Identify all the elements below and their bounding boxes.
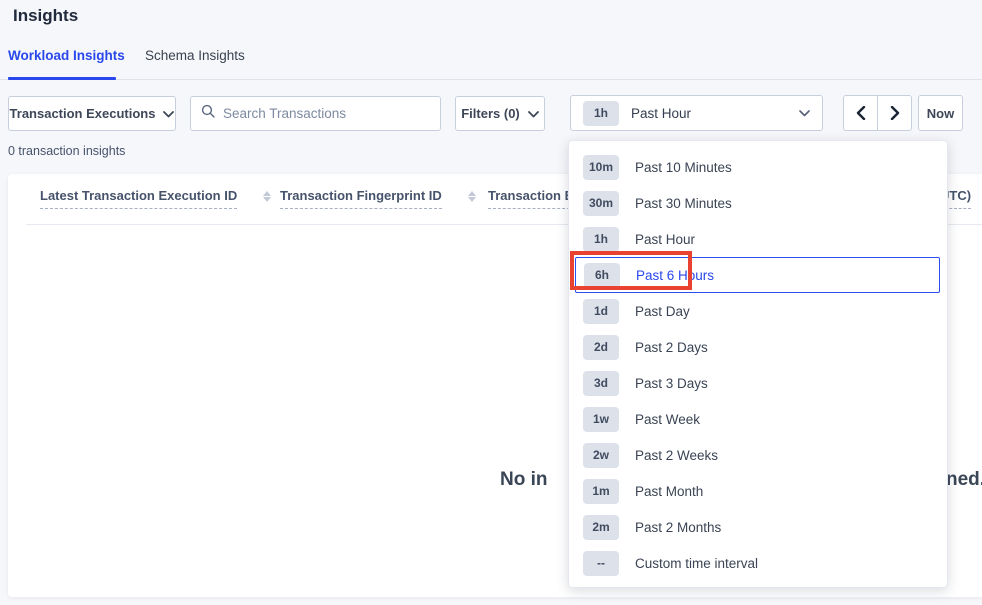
sort-icon[interactable] bbox=[468, 188, 476, 202]
filters-button-label: Filters (0) bbox=[461, 106, 520, 121]
time-range-option[interactable]: -- Custom time interval bbox=[575, 545, 940, 581]
time-range-option-badge: 1w bbox=[583, 407, 619, 432]
time-range-option-badge: 2w bbox=[583, 443, 619, 468]
time-range-option-label: Past 6 Hours bbox=[636, 268, 714, 283]
time-range-option-label: Past 10 Minutes bbox=[635, 160, 732, 175]
search-icon bbox=[201, 104, 215, 123]
time-range-option[interactable]: 1d Past Day bbox=[575, 293, 940, 329]
time-range-option-badge: -- bbox=[583, 551, 619, 576]
column-header-transaction-fingerprint-id: Transaction Fingerprint ID bbox=[280, 188, 476, 209]
previous-time-range-button[interactable] bbox=[844, 96, 877, 130]
time-range-option-badge: 3d bbox=[583, 371, 619, 396]
time-range-select[interactable]: 1h Past Hour bbox=[570, 95, 823, 131]
time-range-option[interactable]: 10m Past 10 Minutes bbox=[575, 149, 940, 185]
column-header-label[interactable]: Latest Transaction Execution ID bbox=[40, 188, 237, 209]
time-range-option-badge: 10m bbox=[583, 155, 619, 180]
chevron-down-icon bbox=[528, 106, 539, 121]
time-range-option-badge: 1d bbox=[583, 299, 619, 324]
column-header-label[interactable]: Transaction Fingerprint ID bbox=[280, 188, 442, 209]
time-range-option[interactable]: 1w Past Week bbox=[575, 401, 940, 437]
transaction-type-select-label: Transaction Executions bbox=[10, 106, 156, 121]
time-range-option-label: Past 2 Days bbox=[635, 340, 708, 355]
next-time-range-button[interactable] bbox=[877, 96, 911, 130]
time-range-option-badge: 2d bbox=[583, 335, 619, 360]
time-range-option-label: Past Week bbox=[635, 412, 700, 427]
empty-state-text-left-fragment: No in bbox=[500, 469, 548, 491]
empty-state-text-right-fragment: ned. bbox=[946, 469, 982, 491]
time-range-option[interactable]: 2m Past 2 Months bbox=[575, 509, 940, 545]
time-range-option-label: Past 2 Weeks bbox=[635, 448, 718, 463]
time-range-option-label: Past 2 Months bbox=[635, 520, 721, 535]
time-range-option-badge: 1m bbox=[583, 479, 619, 504]
search-transactions-input[interactable] bbox=[223, 106, 430, 121]
sort-icon[interactable] bbox=[263, 188, 271, 202]
chevron-down-icon bbox=[799, 104, 810, 122]
now-button-label: Now bbox=[927, 106, 954, 121]
time-range-select-label: Past Hour bbox=[631, 106, 691, 121]
search-transactions-box[interactable] bbox=[190, 96, 441, 131]
insights-count-caption: 0 transaction insights bbox=[8, 144, 125, 158]
column-header-label[interactable]: Transaction Ex bbox=[488, 188, 580, 209]
tab-workload-insights[interactable]: Workload Insights bbox=[8, 48, 125, 63]
time-range-option-label: Past Hour bbox=[635, 232, 695, 247]
column-header-latest-transaction-execution-id: Latest Transaction Execution ID bbox=[40, 188, 271, 209]
transaction-type-select[interactable]: Transaction Executions bbox=[8, 96, 176, 131]
time-range-option-badge: 30m bbox=[583, 191, 619, 216]
time-range-option[interactable]: 1h Past Hour bbox=[575, 221, 940, 257]
time-range-option-label: Past 3 Days bbox=[635, 376, 708, 391]
tabs-divider bbox=[0, 79, 982, 80]
time-range-option-badge: 1h bbox=[583, 227, 619, 252]
column-header-transaction-execution: Transaction Ex bbox=[488, 188, 580, 209]
time-range-option-label: Past Month bbox=[635, 484, 703, 499]
filters-button[interactable]: Filters (0) bbox=[455, 96, 545, 131]
time-range-option-label: Past 30 Minutes bbox=[635, 196, 732, 211]
time-range-option-label: Custom time interval bbox=[635, 556, 758, 571]
chevron-down-icon bbox=[163, 106, 174, 121]
time-range-code-badge: 1h bbox=[583, 101, 619, 126]
time-range-option-label: Past Day bbox=[635, 304, 690, 319]
page-title: Insights bbox=[13, 6, 78, 26]
time-range-option-badge: 6h bbox=[584, 263, 620, 288]
time-range-dropdown: 10m Past 10 Minutes 30m Past 30 Minutes … bbox=[568, 140, 948, 588]
time-range-option-badge: 2m bbox=[583, 515, 619, 540]
time-range-option[interactable]: 2d Past 2 Days bbox=[575, 329, 940, 365]
time-range-option[interactable]: 2w Past 2 Weeks bbox=[575, 437, 940, 473]
now-button[interactable]: Now bbox=[918, 95, 963, 131]
active-tab-underline bbox=[8, 77, 116, 80]
time-range-option[interactable]: 30m Past 30 Minutes bbox=[575, 185, 940, 221]
time-range-option[interactable]: 1m Past Month bbox=[575, 473, 940, 509]
tab-schema-insights[interactable]: Schema Insights bbox=[145, 48, 245, 63]
time-range-option[interactable]: 6h Past 6 Hours bbox=[575, 257, 940, 293]
time-range-option[interactable]: 3d Past 3 Days bbox=[575, 365, 940, 401]
time-range-arrows bbox=[843, 95, 912, 131]
